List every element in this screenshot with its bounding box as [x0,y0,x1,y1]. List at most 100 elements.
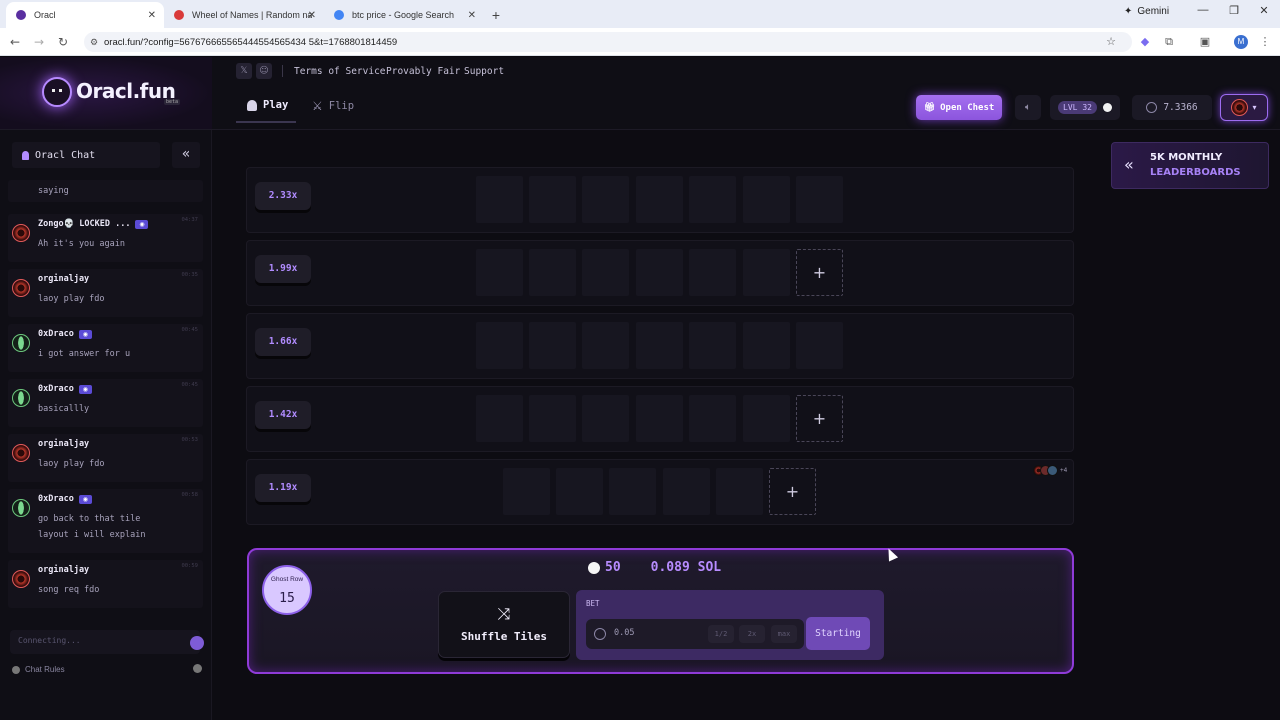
avatar[interactable] [12,444,30,462]
minimize-icon[interactable]: — [1193,4,1213,16]
leaderboard-banner[interactable]: « 5K MONTHLY LEADERBOARDS [1111,142,1269,189]
tile[interactable] [636,176,683,223]
bet-double-button[interactable]: 2x [739,625,765,643]
gemini-button[interactable]: ✦ Gemini [1124,6,1169,17]
tile[interactable] [529,395,576,442]
tab-wheel-of-names[interactable]: Wheel of Names | Random nam ✕ [164,2,324,28]
tile[interactable] [636,395,683,442]
tile[interactable] [476,249,523,296]
tile[interactable] [476,395,523,442]
back-icon[interactable]: ← [7,34,23,50]
close-tab-icon[interactable]: ✕ [468,10,476,21]
tile[interactable] [582,249,629,296]
tile[interactable] [582,322,629,369]
tile[interactable] [663,468,710,515]
tile[interactable] [476,176,523,223]
multiplier-badge: 1.42x [255,401,311,429]
emoji-icon[interactable] [193,664,202,673]
tile[interactable] [476,322,523,369]
tile[interactable] [529,322,576,369]
site-info-icon[interactable]: ⚙ [90,37,98,48]
forward-icon[interactable]: → [31,34,47,50]
tile[interactable] [689,249,736,296]
tile[interactable] [796,176,843,223]
discord-icon[interactable]: ☺ [256,63,272,79]
tile[interactable] [503,468,550,515]
tile[interactable] [796,322,843,369]
discord-icon: ◉ [78,329,92,339]
tab-oracl[interactable]: Oracl ✕ [6,2,164,28]
avatar[interactable] [12,334,30,352]
avatar[interactable] [12,279,30,297]
start-button[interactable]: Starting [806,617,870,650]
logo-area[interactable]: Oracl.fun beta [0,57,212,130]
chat-rules-link[interactable]: Chat Rules [12,665,65,674]
tile[interactable] [716,468,763,515]
chat-header: Oracl Chat [12,142,160,168]
add-tile-button[interactable]: + [769,468,816,515]
collapse-chat-button[interactable]: « [172,142,200,168]
x-twitter-icon[interactable]: 𝕏 [236,63,252,79]
bet-max-button[interactable]: max [771,625,797,643]
restore-icon[interactable]: ❐ [1224,4,1244,17]
tile[interactable] [529,176,576,223]
close-tab-icon[interactable]: ✕ [308,10,316,21]
terms-link[interactable]: Terms of Service [294,66,386,77]
tile[interactable] [636,249,683,296]
tile[interactable] [743,322,790,369]
avatar[interactable] [12,224,30,242]
tile[interactable] [743,395,790,442]
player-avatars[interactable]: +4 [1033,465,1067,476]
tile[interactable] [689,176,736,223]
tile[interactable] [636,322,683,369]
tile[interactable] [743,249,790,296]
multiplier-badge: 1.66x [255,328,311,356]
avatar[interactable] [12,499,30,517]
info-icon [12,665,20,674]
avatar[interactable] [12,570,30,588]
bet-half-button[interactable]: 1/2 [708,625,734,643]
provably-fair-link[interactable]: Provably Fair [386,66,460,77]
tab-flip[interactable]: ⚔ Flip [312,99,354,113]
ghost-icon [247,99,257,111]
open-chest-button[interactable]: 🎁︎ Open Chest [916,95,1002,120]
reload-icon[interactable]: ↻ [55,34,71,50]
tab-play[interactable]: Play [247,99,288,111]
profile-avatar[interactable]: M [1234,35,1248,49]
ghost-count: 50 [588,560,621,575]
tile[interactable] [582,395,629,442]
tile[interactable] [556,468,603,515]
shuffle-tiles-button[interactable]: ⤨ Shuffle Tiles [438,591,570,658]
tile[interactable] [743,176,790,223]
add-tile-button[interactable]: + [796,395,843,442]
new-tab-button[interactable]: + [484,2,508,28]
discord-icon: ◉ [78,494,92,504]
browser-menu-icon[interactable]: ⋮ [1257,34,1273,50]
swords-icon: ⚔ [312,99,323,113]
extensions-puzzle-icon[interactable]: ⧉ [1161,34,1177,50]
tile[interactable] [689,395,736,442]
multiplier-badge: 1.19x [255,474,311,502]
tile[interactable] [609,468,656,515]
bookmark-star-icon[interactable]: ☆ [1103,34,1119,50]
support-link[interactable]: Support [464,66,504,77]
close-tab-icon[interactable]: ✕ [148,10,156,21]
level-indicator[interactable]: LVL 32 [1050,95,1120,120]
tile[interactable] [582,176,629,223]
add-tile-button[interactable]: + [796,249,843,296]
side-panel-icon[interactable]: ▣ [1197,34,1213,50]
chat-message: 0xDraco ◉ 00:58 go back to that tile layo… [8,489,203,553]
avatar[interactable] [12,389,30,407]
balance-display[interactable]: 7.3366 [1132,95,1212,120]
chat-input[interactable]: Connecting... [10,630,204,654]
account-menu-button[interactable]: ▾ [1220,94,1268,121]
extension-icon[interactable]: ◆ [1137,34,1153,50]
ghost-send-icon[interactable] [190,636,204,650]
tab-btc-price[interactable]: btc price - Google Search ✕ [324,2,484,28]
bet-amount-input[interactable]: 0.05 1/2 2x max [586,619,804,649]
tile[interactable] [689,322,736,369]
address-bar[interactable]: ⚙ oracl.fun/?config=56767666556544455456… [84,32,1132,52]
tile[interactable] [529,249,576,296]
window-close-icon[interactable]: ✕ [1254,4,1274,17]
sound-toggle-button[interactable]: 🔈︎ [1015,95,1041,120]
